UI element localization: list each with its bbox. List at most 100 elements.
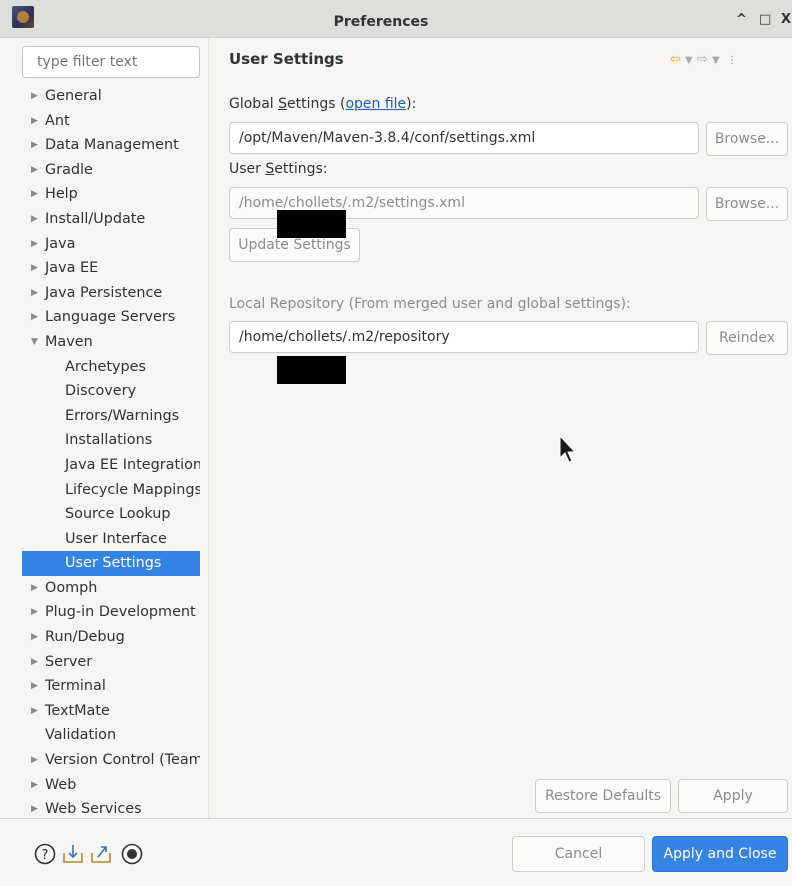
tree-item[interactable]: ▶ Data Management (22, 133, 200, 158)
tree-item-label: Java (45, 235, 76, 252)
local-repository-field[interactable]: /home/chollets/.m2/repository (229, 321, 699, 353)
tree-item[interactable]: ▼ Maven (22, 330, 200, 355)
help-icon[interactable]: ? (34, 843, 56, 865)
collapsed-arrow-icon[interactable]: ▶ (31, 625, 38, 650)
tree-item[interactable]: ▶ Help (22, 182, 200, 207)
tree-item[interactable]: Errors/Warnings (22, 404, 200, 429)
collapsed-arrow-icon[interactable]: ▶ (31, 182, 38, 207)
tree-item[interactable]: Lifecycle Mappings (22, 478, 200, 503)
forward-arrow-icon[interactable]: ⇨ (697, 52, 708, 67)
user-settings-label: User Settings: (229, 161, 328, 177)
tree-item[interactable]: ▶ Terminal (22, 674, 200, 699)
apply-button[interactable]: Apply (678, 779, 788, 813)
tree-item-label: User Settings (65, 555, 162, 572)
apply-and-close-button[interactable]: Apply and Close (652, 836, 788, 872)
back-dropdown-icon[interactable]: ▼ (685, 55, 693, 66)
tree-item[interactable]: ▶ Java (22, 232, 200, 257)
collapsed-arrow-icon[interactable]: ▶ (31, 84, 38, 109)
import-icon[interactable] (62, 843, 84, 865)
tree-item[interactable]: ▶ Web (22, 773, 200, 798)
record-icon[interactable] (121, 843, 143, 865)
tree-item[interactable]: Installations (22, 428, 200, 453)
collapsed-arrow-icon[interactable]: ▶ (31, 650, 38, 675)
tree-item[interactable]: Archetypes (22, 355, 200, 380)
tree-item-label: Help (45, 186, 78, 203)
tree-item-label: Maven (45, 333, 93, 350)
redaction-box (277, 356, 346, 384)
history-nav: ⇦ ▼ ⇨ ▼ ⋮ (670, 52, 737, 67)
tree-item[interactable]: User Interface (22, 527, 200, 552)
collapsed-arrow-icon[interactable]: ▶ (31, 576, 38, 601)
tree-item[interactable]: Discovery (22, 379, 200, 404)
minimize-icon[interactable]: ^ (736, 12, 747, 27)
collapsed-arrow-icon[interactable]: ▶ (31, 674, 38, 699)
close-icon[interactable]: X (781, 12, 791, 27)
collapsed-arrow-icon[interactable]: ▶ (31, 256, 38, 281)
tree-item[interactable]: ▶ Gradle (22, 158, 200, 183)
redaction-box (277, 210, 346, 238)
svg-text:?: ? (42, 848, 49, 863)
tree-item[interactable]: ▶ General (22, 84, 200, 109)
tree-item-label: Run/Debug (45, 629, 125, 646)
collapsed-arrow-icon[interactable]: ▶ (31, 158, 38, 183)
maximize-icon[interactable]: □ (759, 12, 771, 27)
tree-item[interactable]: ▶ Server (22, 650, 200, 675)
collapsed-arrow-icon[interactable]: ▶ (31, 748, 38, 773)
tree-item[interactable]: ▶ Language Servers (22, 305, 200, 330)
tree-item-label: Discovery (65, 383, 137, 400)
user-browse-button[interactable]: Browse... (706, 187, 788, 221)
footer-separator (0, 818, 792, 819)
tree-item[interactable]: ▶ Plug-in Development (22, 600, 200, 625)
tree-item[interactable]: ▶ Install/Update (22, 207, 200, 232)
export-icon[interactable] (90, 843, 112, 865)
tree-item[interactable]: ▶ Ant (22, 109, 200, 134)
tree-item[interactable]: User Settings (22, 551, 200, 576)
tree-item[interactable]: Java EE Integration (22, 453, 200, 478)
collapsed-arrow-icon[interactable]: ▶ (31, 207, 38, 232)
global-settings-label: Global Settings (open file): (229, 96, 417, 112)
forward-dropdown-icon[interactable]: ▼ (712, 55, 720, 66)
tree-item[interactable]: ▶ TextMate (22, 699, 200, 724)
tree-item[interactable]: ▶ Java EE (22, 256, 200, 281)
tree-item-label: Java Persistence (45, 284, 163, 301)
tree-item-label: Java EE (45, 260, 99, 277)
cancel-button[interactable]: Cancel (512, 836, 645, 872)
tree-item-label: Archetypes (65, 358, 146, 375)
expanded-arrow-icon[interactable]: ▼ (31, 330, 38, 355)
tree-item-label: Errors/Warnings (65, 407, 180, 424)
pane-divider[interactable] (208, 38, 209, 818)
tree-item-label: Install/Update (45, 210, 146, 227)
collapsed-arrow-icon[interactable]: ▶ (31, 133, 38, 158)
tree-item-label: Oomph (45, 579, 98, 596)
tree-item-label: Terminal (45, 678, 106, 695)
filter-input[interactable] (22, 46, 200, 78)
restore-defaults-button[interactable]: Restore Defaults (535, 779, 671, 813)
collapsed-arrow-icon[interactable]: ▶ (31, 699, 38, 724)
tree-item[interactable]: ▶ Version Control (Team (22, 748, 200, 773)
window-title: Preferences (333, 14, 429, 30)
mouse-cursor-icon (559, 435, 577, 463)
collapsed-arrow-icon[interactable]: ▶ (31, 281, 38, 306)
reindex-button[interactable]: Reindex (706, 321, 788, 355)
tree-item-label: Validation (45, 727, 117, 744)
preferences-tree: ▶ General ▶ Ant ▶ Data Management ▶ Gradle ▶ Help… (22, 84, 200, 822)
global-browse-button[interactable]: Browse... (706, 122, 788, 156)
tree-item[interactable]: ▶ Java Persistence (22, 281, 200, 306)
tree-item-label: General (45, 88, 102, 104)
collapsed-arrow-icon[interactable]: ▶ (31, 600, 38, 625)
collapsed-arrow-icon[interactable]: ▶ (31, 232, 38, 257)
collapsed-arrow-icon[interactable]: ▶ (31, 773, 38, 798)
back-arrow-icon[interactable]: ⇦ (670, 52, 681, 67)
view-menu-icon[interactable]: ⋮ (724, 55, 737, 66)
tree-item-label: Server (45, 653, 93, 670)
tree-item-label: Data Management (45, 137, 179, 154)
tree-item[interactable]: ▶ Run/Debug (22, 625, 200, 650)
global-settings-field[interactable]: /opt/Maven/Maven-3.8.4/conf/settings.xml (229, 122, 699, 154)
collapsed-arrow-icon[interactable]: ▶ (31, 109, 38, 134)
tree-item[interactable]: ▶ Oomph (22, 576, 200, 601)
tree-item[interactable]: Validation (22, 723, 200, 748)
tree-item-label: Source Lookup (65, 506, 171, 523)
open-file-link[interactable]: open file (345, 96, 406, 112)
collapsed-arrow-icon[interactable]: ▶ (31, 305, 38, 330)
tree-item[interactable]: Source Lookup (22, 502, 200, 527)
